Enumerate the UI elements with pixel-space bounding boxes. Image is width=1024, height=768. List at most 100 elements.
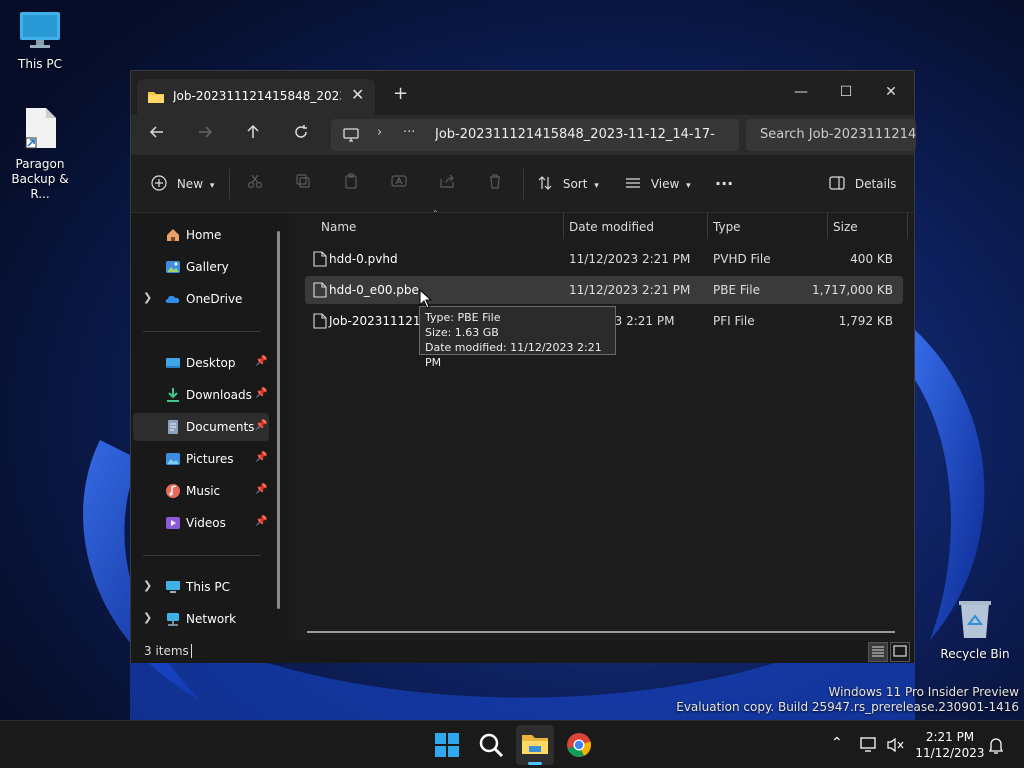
new-button[interactable]: New ▾ xyxy=(151,173,214,195)
navigation-bar: › ··· Job-202311121415848_2023-11-12_14-… xyxy=(131,115,916,155)
sidebar-item-label: OneDrive xyxy=(186,292,243,306)
desktop-icon-label: This PC xyxy=(18,57,62,71)
pin-icon: 📌 xyxy=(255,356,268,367)
chevron-right-icon[interactable]: ❯ xyxy=(143,291,152,304)
file-icon xyxy=(313,251,327,267)
search-box[interactable]: Search Job-202311121415848 xyxy=(746,119,916,151)
column-header-type[interactable]: Type xyxy=(707,213,827,241)
sidebar-item-pictures[interactable]: Pictures 📌 xyxy=(133,445,269,473)
copy-button[interactable] xyxy=(295,173,311,195)
sidebar-item-home[interactable]: Home xyxy=(133,221,269,249)
desktop-icon-recycle-bin[interactable]: Recycle Bin xyxy=(935,598,1015,661)
sidebar-item-downloads[interactable]: Downloads 📌 xyxy=(133,381,269,409)
address-overflow-button[interactable]: ··· xyxy=(403,125,415,140)
sort-button-label: Sort xyxy=(562,177,588,191)
sidebar-item-onedrive[interactable]: ❯ OneDrive xyxy=(133,285,269,313)
sidebar-item-this-pc[interactable]: ❯ This PC xyxy=(133,573,269,601)
sidebar-item-documents[interactable]: Documents 📌 xyxy=(133,413,269,441)
search-icon[interactable] xyxy=(477,731,505,759)
desktop-icon-label: Paragon Backup & R... xyxy=(11,157,69,201)
tab-close-button[interactable]: ✕ xyxy=(351,85,364,104)
maximize-button[interactable]: ☐ xyxy=(823,77,869,107)
pin-icon: 📌 xyxy=(255,452,268,463)
rename-button[interactable] xyxy=(391,173,407,195)
new-tab-button[interactable]: + xyxy=(393,83,408,104)
volume-muted-icon[interactable] xyxy=(887,737,905,753)
file-row[interactable]: hdd-0.pvhd 11/12/2023 2:21 PM PVHD File … xyxy=(305,245,903,273)
view-button[interactable]: View ▾ xyxy=(625,173,691,195)
address-bar[interactable]: › ··· Job-202311121415848_2023-11-12_14-… xyxy=(331,119,739,151)
sidebar-item-network[interactable]: ❯ Network xyxy=(133,605,269,633)
desktop-icon xyxy=(166,358,180,368)
download-icon xyxy=(167,388,179,402)
tab-label: Job-202311121415848_2023-11- xyxy=(173,89,341,103)
address-path: Job-202311121415848_2023-11-12_14-17-1 xyxy=(435,127,715,142)
file-icon xyxy=(313,313,327,329)
file-type: PFI File xyxy=(713,314,755,328)
sidebar-item-label: Videos xyxy=(186,516,226,530)
tiles-view-button[interactable] xyxy=(890,642,910,662)
cut-button[interactable] xyxy=(247,173,263,195)
share-button[interactable] xyxy=(439,173,455,195)
taskbar-clock[interactable]: 2:21 PM 11/12/2023 xyxy=(910,729,990,761)
desktop-icon-this-pc[interactable]: This PC xyxy=(0,10,80,71)
sidebar-item-videos[interactable]: Videos 📌 xyxy=(133,509,269,537)
up-button[interactable] xyxy=(241,123,265,147)
delete-button[interactable] xyxy=(487,173,503,195)
rename-icon xyxy=(391,175,407,187)
chevron-right-icon[interactable]: ❯ xyxy=(143,611,152,624)
search-input[interactable]: Search Job-202311121415848 xyxy=(760,127,916,142)
back-button[interactable] xyxy=(145,123,169,147)
details-pane-button[interactable]: Details xyxy=(829,173,896,195)
details-pane-label: Details xyxy=(854,177,897,191)
sidebar-item-label: This PC xyxy=(186,580,230,594)
network-status-icon[interactable] xyxy=(860,737,878,753)
file-type: PBE File xyxy=(713,283,760,297)
gallery-icon xyxy=(166,261,180,273)
toolbar-divider xyxy=(523,169,524,199)
pin-icon: 📌 xyxy=(255,516,268,527)
active-app-indicator xyxy=(528,762,542,765)
sidebar-divider xyxy=(143,555,261,556)
column-divider[interactable] xyxy=(907,213,908,239)
details-view-button[interactable] xyxy=(868,642,888,662)
view-button-label: View xyxy=(650,177,680,191)
file-shortcut-icon xyxy=(25,108,56,149)
chevron-up-icon[interactable]: ⌃ xyxy=(831,735,843,751)
sidebar-item-music[interactable]: Music 📌 xyxy=(133,477,269,505)
column-header-name[interactable]: Name ⌃ xyxy=(291,209,563,241)
file-row[interactable]: hdd-0_e00.pbe 11/12/2023 2:21 PM PBE Fil… xyxy=(305,276,903,304)
refresh-button[interactable] xyxy=(289,123,313,147)
tooltip-size: Size: 1.63 GB xyxy=(425,326,499,339)
details-pane-icon xyxy=(829,176,845,190)
minimize-button[interactable]: — xyxy=(778,77,824,107)
column-header-date[interactable]: Date modified xyxy=(563,213,707,241)
monitor-icon xyxy=(20,12,60,48)
watermark-line: Evaluation copy. Build 25947.rs_prerelea… xyxy=(676,700,1019,714)
sort-button[interactable]: Sort ▾ xyxy=(537,173,599,195)
chrome-icon[interactable] xyxy=(565,731,593,759)
toolbar-divider xyxy=(229,169,230,199)
sidebar-item-desktop[interactable]: Desktop 📌 xyxy=(133,349,269,377)
close-window-button[interactable]: ✕ xyxy=(868,77,914,107)
chevron-right-icon[interactable]: ❯ xyxy=(143,579,152,592)
sidebar-item-gallery[interactable]: Gallery xyxy=(133,253,269,281)
windows-start-icon[interactable] xyxy=(433,731,461,759)
sidebar-scrollbar[interactable] xyxy=(277,231,280,609)
horizontal-scrollbar[interactable] xyxy=(307,631,895,633)
column-header-size[interactable]: Size xyxy=(827,213,907,241)
trash-icon xyxy=(490,174,500,189)
sidebar-item-label: Home xyxy=(186,228,222,242)
sidebar-item-label: Gallery xyxy=(186,260,229,274)
taskbar-explorer-button[interactable] xyxy=(516,725,554,765)
file-date: 11/12/2023 2:21 PM xyxy=(569,252,691,266)
file-icon xyxy=(313,282,327,298)
notification-bell-icon[interactable] xyxy=(988,737,1004,755)
video-icon xyxy=(166,517,180,529)
file-explorer-icon xyxy=(522,735,548,754)
forward-button[interactable] xyxy=(193,123,217,147)
more-options-button[interactable]: ··· xyxy=(715,173,733,195)
desktop-icon-paragon[interactable]: Paragon Backup & R... xyxy=(0,106,80,202)
paste-button[interactable] xyxy=(343,173,359,195)
tab-current-folder[interactable]: Job-202311121415848_2023-11- ✕ xyxy=(137,79,375,115)
